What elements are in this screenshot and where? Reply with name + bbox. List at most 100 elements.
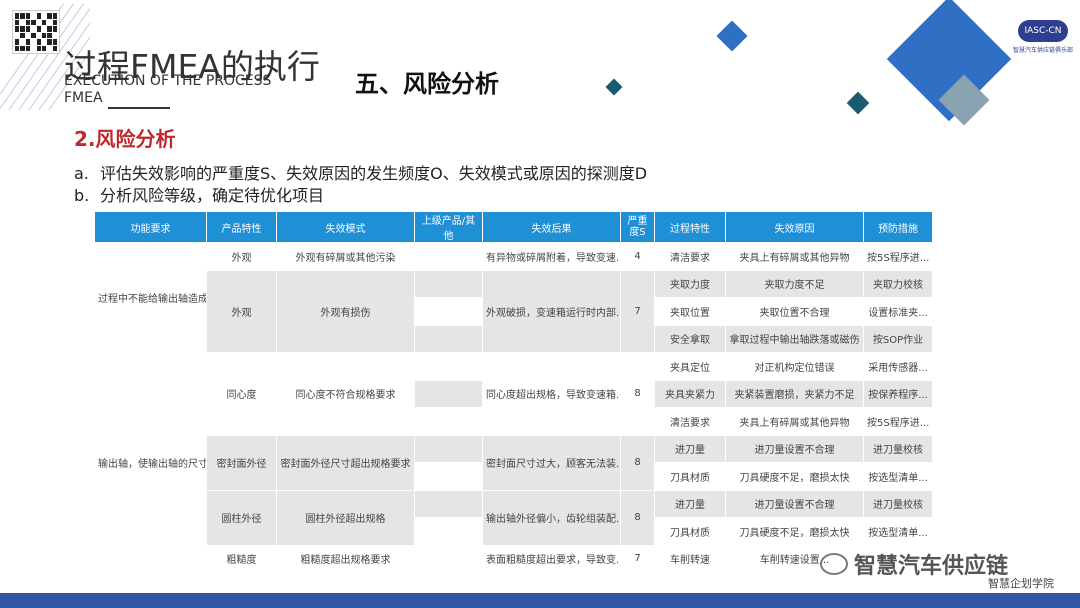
column-header: 产品特性 xyxy=(206,211,277,243)
bullet-text: 评估失效影响的严重度S、失效原因的发生频度O、失效模式或原因的探测度D xyxy=(100,164,648,183)
process-char-cell: 夹具定位 xyxy=(654,352,726,381)
column-header: 上级产品/其他 xyxy=(414,211,483,243)
cause-cell: 进刀量设置不合理 xyxy=(725,434,864,463)
column-header: 失效原因 xyxy=(725,211,864,243)
table-row: 输出轴，使输出轴的尺寸... 同心度 同心度不符合规格要求 同心度超出规格，导致… xyxy=(94,352,932,568)
subtitle-underline xyxy=(108,107,170,109)
severity-cell: 8 xyxy=(620,489,655,546)
prevention-cell: 进刀量校核 xyxy=(863,489,932,518)
cause-cell: 刀具硬度不足，磨损太快 xyxy=(725,462,864,491)
column-header: 过程特性 xyxy=(654,211,726,243)
prevention-cell: 采用传感器... xyxy=(863,352,932,381)
column-header: 功能要求 xyxy=(94,211,207,243)
fmea-table-container: 功能要求 产品特性 失效模式 上级产品/其他 失效后果 严重度S 过程特性 失效… xyxy=(94,211,932,568)
effect-cell: 密封面尺寸过大，顾客无法装... xyxy=(482,434,621,491)
upper-product-cell xyxy=(414,544,483,568)
process-char-cell: 进刀量 xyxy=(654,489,726,518)
severity-cell: 7 xyxy=(620,269,655,353)
qr-code-icon xyxy=(12,10,60,54)
process-char-cell: 夹具夹紧力 xyxy=(654,379,726,408)
prevention-cell: 进刀量校核 xyxy=(863,434,932,463)
decorative-diamond xyxy=(716,20,748,52)
characteristic-cell: 密封面外径 xyxy=(206,434,277,491)
wechat-icon xyxy=(820,553,848,575)
table-row: 粗糙度 粗糙度超出规格要求 表面粗糙度超出要求，导致变... 7 车削转速 车削… xyxy=(95,544,932,568)
table-row: 圆柱外径 圆柱外径超出规格 输出轴外径偏小，齿轮组装配... 8 进刀量 进刀量… xyxy=(95,489,932,546)
table-row: 过程中不能给输出轴造成... 外观 外观有碎屑或其他污染 有异物或碎屑附着，导致… xyxy=(94,242,932,353)
failure-mode-cell: 外观有碎屑或其他污染 xyxy=(276,242,415,271)
watermark-subtext: 智慧企划学院 xyxy=(988,577,1054,590)
upper-product-cell xyxy=(414,489,483,518)
process-char-cell: 清洁要求 xyxy=(654,407,726,436)
prevention-cell: 按5S程序进... xyxy=(863,242,932,271)
cause-cell: 夹取位置不合理 xyxy=(725,297,864,326)
upper-product-cell xyxy=(414,242,483,271)
failure-mode-cell: 密封面外径尺寸超出规格要求 xyxy=(276,434,415,491)
section-title: 五、风险分析 xyxy=(355,70,499,98)
decorative-diamond xyxy=(605,78,623,96)
decorative-diamond xyxy=(846,91,870,115)
cause-cell: 刀具硬度不足，磨损太快 xyxy=(725,517,864,546)
upper-product-cell xyxy=(414,434,483,463)
logo-subtitle: 智慧汽车供应链俱乐部 xyxy=(1012,47,1073,54)
effect-cell: 有异物或碎屑附着，导致变速... xyxy=(482,242,621,271)
characteristic-cell: 外观 xyxy=(206,269,277,353)
cause-cell: 夹具上有碎屑或其他异物 xyxy=(725,242,864,271)
cause-cell: 进刀量设置不合理 xyxy=(725,489,864,518)
process-char-cell: 夹取力度 xyxy=(654,269,726,298)
bullet-item: a. 评估失效影响的严重度S、失效原因的发生频度O、失效模式或原因的探测度D xyxy=(74,160,647,184)
watermark-text: 智慧汽车供应链 xyxy=(854,554,1009,579)
table-row: 密封面外径 密封面外径尺寸超出规格要求 密封面尺寸过大，顾客无法装... 8 进… xyxy=(95,434,932,491)
cause-cell: 夹具上有碎屑或其他异物 xyxy=(725,407,864,436)
process-char-cell: 进刀量 xyxy=(654,434,726,463)
severity-cell: 8 xyxy=(620,352,655,436)
prevention-cell: 按SOP作业 xyxy=(863,324,932,353)
prevention-cell: 按5S程序进... xyxy=(863,407,932,436)
effect-cell: 输出轴外径偏小，齿轮组装配... xyxy=(482,489,621,546)
upper-product-cell xyxy=(414,269,483,298)
bullet-item: b. 分析风险等级，确定待优化项目 xyxy=(74,182,324,206)
process-char-cell: 夹取位置 xyxy=(654,297,726,326)
failure-mode-cell: 同心度不符合规格要求 xyxy=(276,352,415,436)
column-header: 失效模式 xyxy=(276,211,415,243)
bullet-marker: a. xyxy=(74,164,89,183)
effect-cell: 外观破损，变速箱运行时内部... xyxy=(482,269,621,353)
upper-product-cell xyxy=(414,379,483,408)
characteristic-cell: 粗糙度 xyxy=(206,544,277,568)
upper-product-cell xyxy=(414,407,483,436)
logo-badge: IASC-CN xyxy=(1018,20,1068,42)
failure-mode-cell: 圆柱外径超出规格 xyxy=(276,489,415,546)
prevention-cell: 按选型清单... xyxy=(863,517,932,546)
function-cell: 输出轴，使输出轴的尺寸... xyxy=(94,352,207,568)
process-char-cell: 刀具材质 xyxy=(654,517,726,546)
bullet-text: 分析风险等级，确定待优化项目 xyxy=(100,186,325,205)
upper-product-cell xyxy=(414,297,483,326)
bullet-marker: b. xyxy=(74,186,90,205)
upper-product-cell xyxy=(414,324,483,353)
process-char-cell: 车削转速 xyxy=(654,544,726,568)
column-header: 失效后果 xyxy=(482,211,621,243)
severity-cell: 4 xyxy=(620,242,655,271)
prevention-cell: 按选型清单... xyxy=(863,462,932,491)
english-subtitle: EXECUTION OF THE PROCESS FMEA xyxy=(64,73,272,106)
prevention-cell: 夹取力校核 xyxy=(863,269,932,298)
upper-product-cell xyxy=(414,517,483,546)
cause-cell: 对正机构定位错误 xyxy=(725,352,864,381)
table-header-row: 功能要求 产品特性 失效模式 上级产品/其他 失效后果 严重度S 过程特性 失效… xyxy=(94,211,932,243)
point-title: 2.风险分析 xyxy=(74,127,176,151)
wechat-watermark: 智慧汽车供应链 xyxy=(820,548,1008,580)
column-header: 预防措施 xyxy=(863,211,932,243)
failure-mode-cell: 外观有损伤 xyxy=(276,269,415,353)
severity-cell: 8 xyxy=(620,434,655,491)
brand-logo: IASC-CN 智慧汽车供应链俱乐部 xyxy=(1012,20,1074,56)
upper-product-cell xyxy=(414,462,483,491)
process-char-cell: 清洁要求 xyxy=(654,242,726,271)
prevention-cell: 按保养程序... xyxy=(863,379,932,408)
prevention-cell: 设置标准夹... xyxy=(863,297,932,326)
footer-bar xyxy=(0,593,1080,608)
severity-cell: 7 xyxy=(620,544,655,568)
cause-cell: 夹取力度不足 xyxy=(725,269,864,298)
cause-cell: 拿取过程中输出轴跌落或磁伤 xyxy=(725,324,864,353)
characteristic-cell: 外观 xyxy=(206,242,277,271)
cause-cell: 夹紧装置磨损，夹紧力不足 xyxy=(725,379,864,408)
